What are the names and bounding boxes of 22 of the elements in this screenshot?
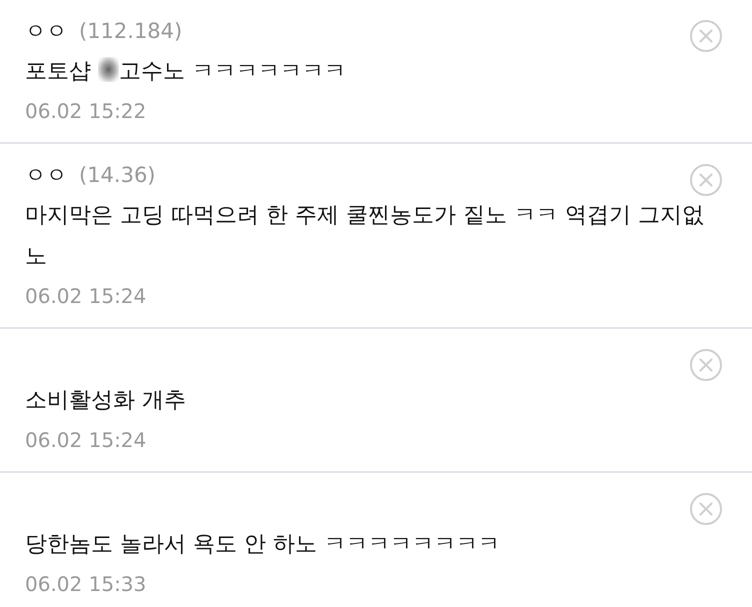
comment-time: 06.02 15:24	[25, 428, 146, 452]
comment-time: 06.02 15:22	[25, 99, 146, 123]
comment-text: 포토샵	[25, 59, 91, 84]
ip-address: (14.36)	[79, 163, 156, 187]
close-icon	[690, 20, 722, 52]
close-icon	[690, 493, 722, 525]
comment-time: 06.02 15:24	[25, 284, 146, 308]
comment-text: 고수노 ㅋㅋㅋㅋㅋㅋㅋ	[119, 59, 346, 84]
author-name: ㅇㅇ	[25, 162, 67, 189]
delete-button[interactable]	[690, 164, 722, 196]
comment-text: 당한놈도 놀라서 욕도 안 하노 ㅋㅋㅋㅋㅋㅋㅋㅋ	[25, 532, 500, 557]
comment-time: 06.02 15:33	[25, 572, 146, 596]
delete-button[interactable]	[690, 20, 722, 52]
comment-text: 마지막은 고딩 따먹으려 한 주제 쿨찐농도가 짙노 ㅋㅋ 역겹기 그지없노	[25, 203, 704, 269]
close-icon	[690, 164, 722, 196]
comment-text: 소비활성화 개추	[25, 388, 186, 413]
delete-button[interactable]	[690, 349, 722, 381]
close-icon	[690, 349, 722, 381]
blurred-glyph-icon	[98, 57, 119, 82]
ip-address: (112.184)	[79, 19, 182, 43]
author-name: ㅇㅇ	[25, 18, 67, 45]
delete-button[interactable]	[690, 493, 722, 525]
